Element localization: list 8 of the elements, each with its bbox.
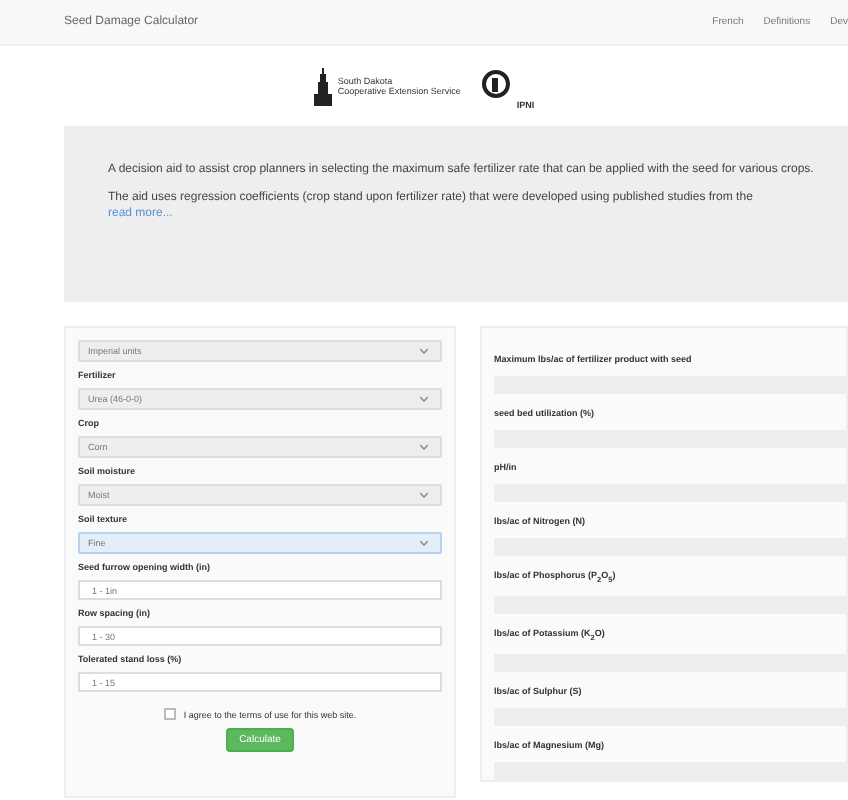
checkbox[interactable] <box>163 708 176 720</box>
globe-logo-icon <box>482 70 511 102</box>
caret-icon <box>420 540 428 546</box>
caret-icon <box>420 348 428 354</box>
caret-icon <box>420 492 428 498</box>
caret-icon <box>420 396 428 402</box>
caret-icon <box>420 444 428 450</box>
statue-icon <box>313 66 332 106</box>
